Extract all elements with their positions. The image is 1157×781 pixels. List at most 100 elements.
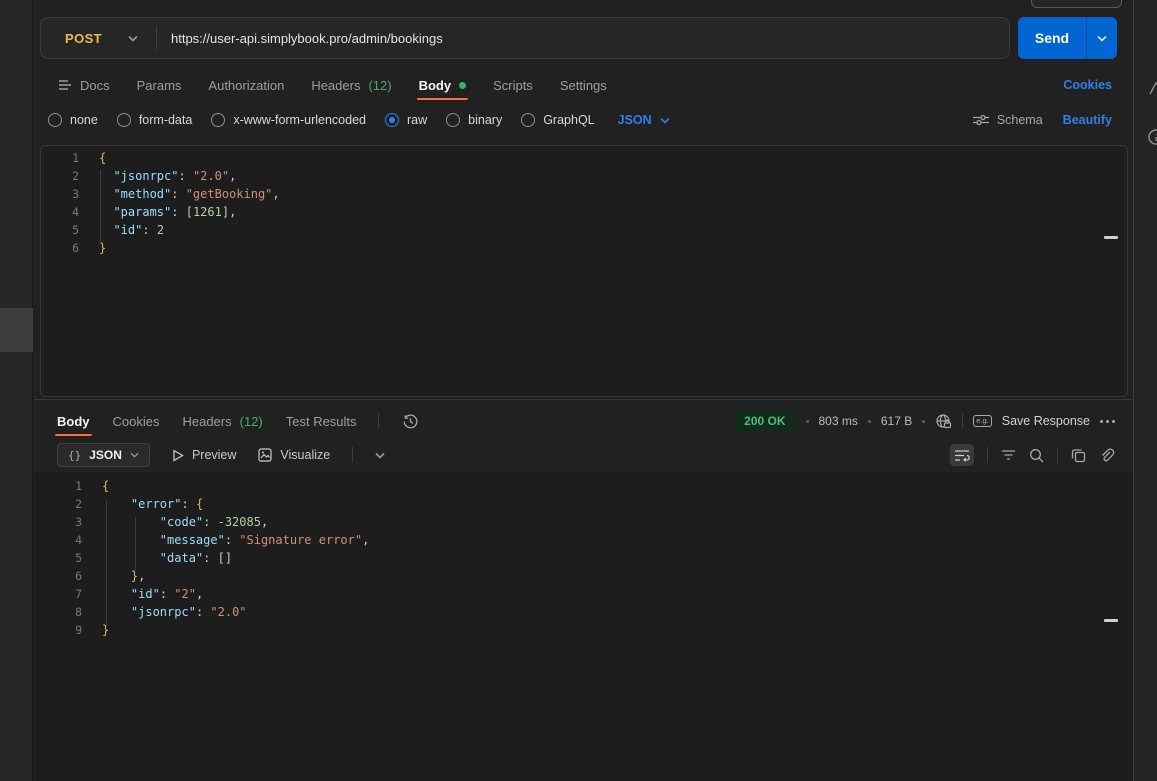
code-line[interactable]: 5 "id": 2 xyxy=(41,221,1127,239)
filter-icon[interactable] xyxy=(1001,449,1016,461)
send-button-label[interactable]: Send xyxy=(1018,17,1086,59)
headers-count-badge: (12) xyxy=(240,414,263,429)
response-tab-headers[interactable]: Headers (12) xyxy=(182,406,262,436)
response-time: 803 ms xyxy=(819,414,858,428)
response-format-selector[interactable]: {} JSON xyxy=(57,443,150,467)
tab-scripts[interactable]: Scripts xyxy=(493,70,533,100)
radio-form-data[interactable]: form-data xyxy=(117,113,193,127)
request-editor-scroll-indicator[interactable] xyxy=(1104,236,1118,239)
code-line[interactable]: 4 "params": [1261], xyxy=(41,203,1127,221)
partial-info-icon[interactable] xyxy=(1147,128,1157,146)
response-body-editor[interactable]: 1{2 "error": {3 "code": -32085,4 "messag… xyxy=(34,473,1133,781)
response-history-icon[interactable] xyxy=(402,413,419,430)
tab-docs[interactable]: Docs xyxy=(58,70,110,100)
format-label: JSON xyxy=(618,113,652,127)
raw-format-selector[interactable]: JSON xyxy=(618,113,670,127)
save-response-button[interactable]: Save Response xyxy=(1002,414,1090,428)
braces-icon: {} xyxy=(68,449,81,462)
format-options-chevron[interactable] xyxy=(375,452,385,459)
more-options-icon[interactable] xyxy=(1100,420,1115,423)
radio-icon xyxy=(117,113,131,127)
tab-label: Authorization xyxy=(208,78,284,93)
visualize-button[interactable]: Visualize xyxy=(258,448,330,462)
schema-button[interactable]: Schema xyxy=(973,113,1043,127)
method-selector[interactable]: POST xyxy=(41,31,156,46)
radio-label: form-data xyxy=(139,113,193,127)
radio-label: x-www-form-urlencoded xyxy=(233,113,366,127)
tab-body[interactable]: Body xyxy=(419,70,467,100)
response-editor-scroll-indicator[interactable] xyxy=(1104,619,1118,622)
code-line[interactable]: 4 "message": "Signature error", xyxy=(34,531,1133,549)
request-body-editor[interactable]: 1{2 "jsonrpc": "2.0",3 "method": "getBoo… xyxy=(40,145,1128,397)
code-line[interactable]: 1{ xyxy=(34,477,1133,495)
response-tab-cookies[interactable]: Cookies xyxy=(113,406,160,436)
line-number: 5 xyxy=(34,549,82,567)
line-number: 4 xyxy=(34,531,82,549)
request-tabs: Docs Params Authorization Headers (12) B… xyxy=(58,70,607,100)
divider xyxy=(352,447,353,463)
line-number: 1 xyxy=(41,149,79,167)
indent-guide xyxy=(135,517,136,571)
code-line[interactable]: 9} xyxy=(34,621,1133,639)
line-number: 3 xyxy=(41,185,79,203)
beautify-button[interactable]: Beautify xyxy=(1063,113,1112,127)
radio-label: GraphQL xyxy=(543,113,594,127)
url-input[interactable]: https://user-api.simplybook.pro/admin/bo… xyxy=(157,31,443,46)
preview-button[interactable]: Preview xyxy=(172,448,236,462)
radio-label: binary xyxy=(468,113,502,127)
tab-params[interactable]: Params xyxy=(137,70,182,100)
request-url-bar[interactable]: POST https://user-api.simplybook.pro/adm… xyxy=(40,17,1010,59)
chevron-down-icon xyxy=(128,35,138,42)
code-line[interactable]: 3 "code": -32085, xyxy=(34,513,1133,531)
tab-authorization[interactable]: Authorization xyxy=(208,70,284,100)
radio-x-www-form-urlencoded[interactable]: x-www-form-urlencoded xyxy=(211,113,366,127)
cookies-link[interactable]: Cookies xyxy=(1063,70,1112,100)
divider xyxy=(1057,447,1058,463)
code-line[interactable]: 8 "jsonrpc": "2.0" xyxy=(34,603,1133,621)
search-icon[interactable] xyxy=(1029,448,1044,463)
tab-settings[interactable]: Settings xyxy=(560,70,607,100)
radio-graphql[interactable]: GraphQL xyxy=(521,113,594,127)
code-line[interactable]: 7 "id": "2", xyxy=(34,585,1133,603)
radio-icon-selected xyxy=(385,113,399,127)
divider xyxy=(987,447,988,463)
radio-binary[interactable]: binary xyxy=(446,113,502,127)
preview-label: Preview xyxy=(192,448,236,462)
response-tab-test-results[interactable]: Test Results xyxy=(286,406,357,436)
sidebar-drag-handle[interactable] xyxy=(0,308,33,352)
environment-selector-partial[interactable] xyxy=(1031,0,1122,8)
line-number: 6 xyxy=(34,567,82,585)
code-line[interactable]: 6} xyxy=(41,239,1127,257)
send-button[interactable]: Send xyxy=(1018,17,1117,59)
line-number: 2 xyxy=(34,495,82,513)
radio-raw[interactable]: raw xyxy=(385,113,427,127)
chevron-down-icon xyxy=(660,117,670,124)
send-options-chevron[interactable] xyxy=(1086,17,1117,59)
tab-label: Cookies xyxy=(113,414,160,429)
tab-label: Body xyxy=(57,414,90,429)
response-editor-toolbar xyxy=(950,441,1115,469)
network-info-icon[interactable] xyxy=(935,413,952,430)
image-icon xyxy=(258,448,272,462)
line-number: 7 xyxy=(34,585,82,603)
partial-sidebar-icon[interactable] xyxy=(1147,80,1157,98)
link-icon[interactable] xyxy=(1099,448,1115,463)
panel-splitter[interactable] xyxy=(34,399,1133,400)
radio-icon xyxy=(48,113,62,127)
code-line[interactable]: 2 "error": { xyxy=(34,495,1133,513)
code-line[interactable]: 5 "data": [] xyxy=(34,549,1133,567)
schema-label: Schema xyxy=(997,113,1043,127)
radio-label: none xyxy=(70,113,98,127)
active-tab-underline xyxy=(55,434,92,436)
code-line[interactable]: 3 "method": "getBooking", xyxy=(41,185,1127,203)
code-line[interactable]: 1{ xyxy=(41,149,1127,167)
code-line[interactable]: 6 }, xyxy=(34,567,1133,585)
response-tab-body[interactable]: Body xyxy=(57,406,90,436)
tab-label: Test Results xyxy=(286,414,357,429)
tab-headers[interactable]: Headers (12) xyxy=(311,70,391,100)
code-line[interactable]: 2 "jsonrpc": "2.0", xyxy=(41,167,1127,185)
word-wrap-icon[interactable] xyxy=(950,444,974,466)
divider xyxy=(962,413,963,429)
radio-none[interactable]: none xyxy=(48,113,98,127)
copy-icon[interactable] xyxy=(1071,448,1086,463)
